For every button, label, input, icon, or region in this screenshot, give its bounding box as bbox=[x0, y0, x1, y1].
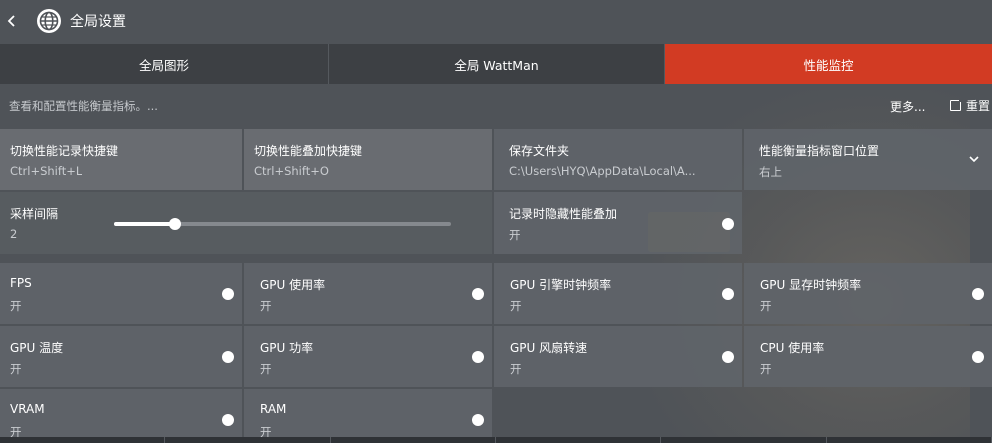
metric-label: GPU 温度 bbox=[10, 341, 64, 355]
metric-label: FPS bbox=[10, 276, 32, 290]
reset-label: 重置 bbox=[966, 99, 991, 113]
metric-toggle-gpu-temperature[interactable]: GPU 温度 开 bbox=[0, 326, 242, 387]
chevron-left-icon bbox=[7, 15, 15, 27]
toggle-indicator bbox=[722, 351, 734, 363]
metric-toggle-gpu-usage[interactable]: GPU 使用率 开 bbox=[244, 263, 492, 324]
back-button[interactable] bbox=[0, 0, 24, 42]
setting-value: 2 bbox=[10, 227, 18, 241]
metric-toggle-gpu-fan-speed[interactable]: GPU 风扇转速 开 bbox=[494, 326, 742, 387]
metric-toggle-fps[interactable]: FPS 开 bbox=[0, 263, 242, 324]
metric-toggle-gpu-engine-clock[interactable]: GPU 引擎时钟频率 开 bbox=[494, 263, 742, 324]
save-folder-setting[interactable]: 保存文件夹 C:\Users\HYQ\AppData\Local\A... bbox=[494, 129, 742, 190]
toggle-indicator bbox=[472, 351, 484, 363]
toggle-indicator bbox=[222, 351, 234, 363]
sampling-interval-slider[interactable] bbox=[114, 218, 451, 230]
metric-toggle-gpu-power[interactable]: GPU 功率 开 bbox=[244, 326, 492, 387]
setting-value: 开 bbox=[509, 228, 521, 242]
metric-label: GPU 显存时钟频率 bbox=[760, 278, 862, 292]
metric-toggle-vram[interactable]: VRAM 开 bbox=[0, 389, 242, 439]
toggle-indicator bbox=[972, 351, 984, 363]
setting-label: 性能衡量指标窗口位置 bbox=[759, 144, 880, 158]
chevron-down-icon bbox=[969, 156, 979, 163]
title-bar: 全局设置 bbox=[0, 0, 992, 42]
toggle-indicator bbox=[722, 218, 734, 230]
slider-fill bbox=[114, 222, 175, 226]
setting-value: C:\Users\HYQ\AppData\Local\A... bbox=[509, 164, 696, 178]
tab-label: 全局图形 bbox=[138, 57, 189, 73]
window-position-dropdown[interactable]: 性能衡量指标窗口位置 右上 bbox=[744, 129, 992, 190]
metric-value: 开 bbox=[10, 362, 22, 376]
setting-label: 采样间隔 bbox=[10, 207, 59, 221]
record-hotkey-setting[interactable]: 切换性能记录快捷键 Ctrl+Shift+L bbox=[0, 129, 242, 190]
setting-value: 右上 bbox=[759, 165, 782, 179]
more-link[interactable]: 更多... bbox=[890, 98, 925, 115]
metric-label: GPU 引擎时钟频率 bbox=[510, 278, 612, 292]
tab-label: 全局 WattMan bbox=[454, 57, 539, 73]
metric-label: VRAM bbox=[10, 402, 45, 416]
metric-value: 开 bbox=[760, 362, 772, 376]
metric-value: 开 bbox=[760, 299, 772, 313]
hide-overlay-toggle[interactable]: 记录时隐藏性能叠加 开 bbox=[494, 192, 742, 254]
toggle-indicator bbox=[222, 288, 234, 300]
metric-value: 开 bbox=[10, 299, 22, 313]
reset-icon bbox=[950, 98, 963, 111]
metric-toggle-gpu-memory-clock[interactable]: GPU 显存时钟频率 开 bbox=[744, 263, 992, 324]
metric-value: 开 bbox=[260, 362, 272, 376]
setting-label: 记录时隐藏性能叠加 bbox=[509, 207, 618, 221]
metric-label: GPU 功率 bbox=[260, 341, 314, 355]
metric-value: 开 bbox=[260, 299, 272, 313]
metric-value: 开 bbox=[510, 299, 522, 313]
toggle-indicator bbox=[472, 414, 484, 426]
metric-label: CPU 使用率 bbox=[760, 341, 825, 355]
metric-label: GPU 使用率 bbox=[260, 278, 326, 292]
setting-label: 切换性能记录快捷键 bbox=[10, 144, 119, 158]
info-row: 查看和配置性能衡量指标。... 更多... 重置 bbox=[0, 84, 992, 128]
globe-icon bbox=[37, 9, 61, 33]
setting-value: Ctrl+Shift+O bbox=[254, 164, 329, 178]
metric-value: 开 bbox=[510, 362, 522, 376]
description-text[interactable]: 查看和配置性能衡量指标。... bbox=[9, 98, 158, 114]
tab-performance-monitoring[interactable]: 性能监控 bbox=[665, 44, 992, 84]
bottom-strip bbox=[0, 437, 992, 443]
tab-global-graphics[interactable]: 全局图形 bbox=[0, 44, 329, 84]
reset-button[interactable]: 重置 bbox=[950, 97, 990, 114]
setting-label: 切换性能叠加快捷键 bbox=[254, 144, 363, 158]
tab-global-wattman[interactable]: 全局 WattMan bbox=[329, 44, 665, 84]
toggle-indicator bbox=[722, 288, 734, 300]
slider-thumb[interactable] bbox=[169, 218, 181, 230]
metric-toggle-cpu-usage[interactable]: CPU 使用率 开 bbox=[744, 326, 992, 387]
toggle-indicator bbox=[472, 288, 484, 300]
tab-bar: 全局图形 全局 WattMan 性能监控 bbox=[0, 44, 992, 84]
metric-label: RAM bbox=[260, 402, 287, 416]
overlay-hotkey-setting[interactable]: 切换性能叠加快捷键 Ctrl+Shift+O bbox=[244, 129, 492, 190]
metric-label: GPU 风扇转速 bbox=[510, 341, 588, 355]
toggle-indicator bbox=[222, 414, 234, 426]
metric-toggle-ram[interactable]: RAM 开 bbox=[244, 389, 492, 439]
setting-label: 保存文件夹 bbox=[509, 144, 570, 158]
tab-label: 性能监控 bbox=[803, 57, 854, 73]
toggle-indicator bbox=[972, 288, 984, 300]
page-title: 全局设置 bbox=[70, 14, 126, 30]
setting-value: Ctrl+Shift+L bbox=[10, 164, 83, 178]
